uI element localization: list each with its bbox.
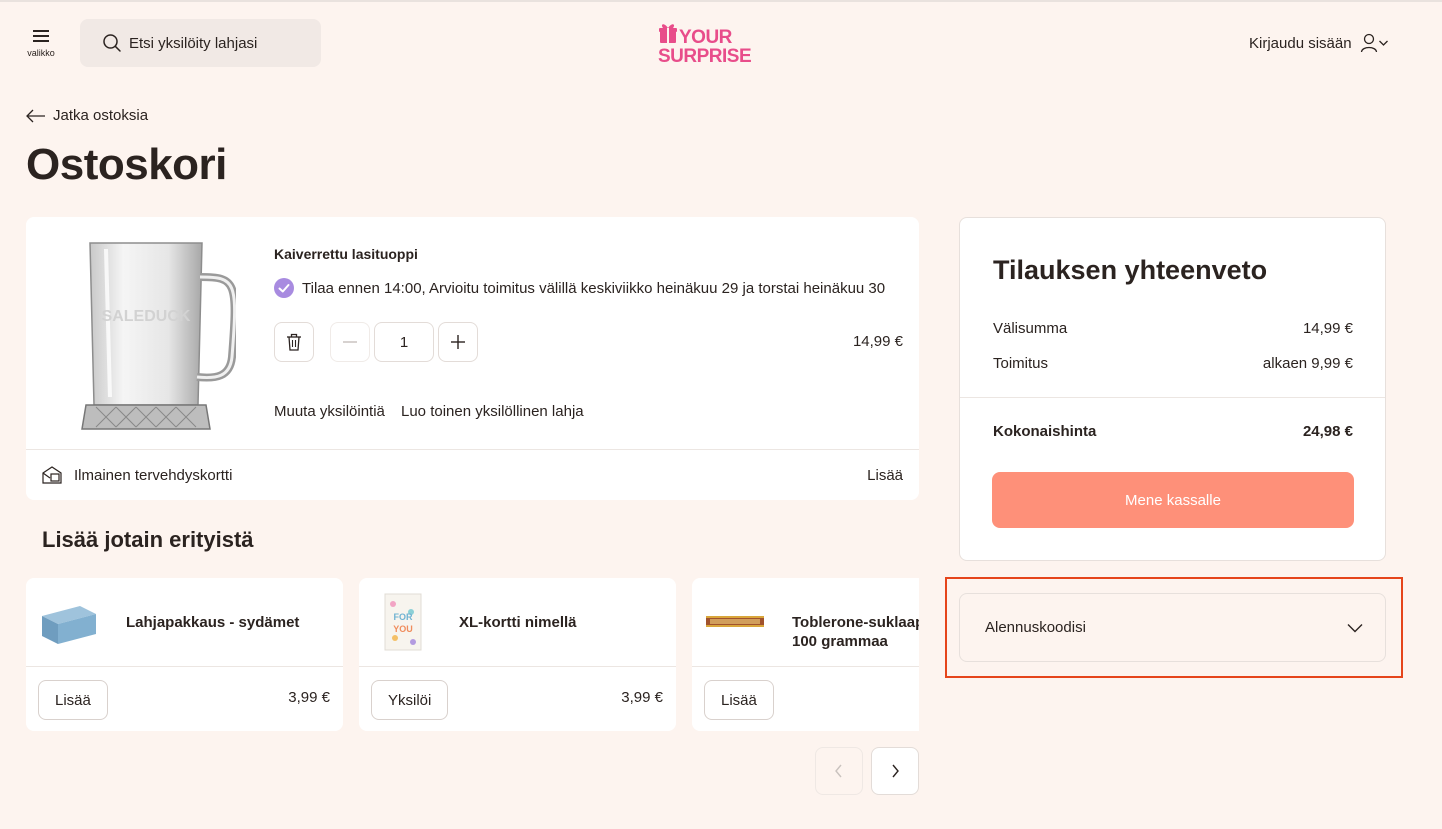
gift-icon bbox=[659, 24, 677, 43]
chevron-left-icon bbox=[835, 764, 842, 778]
total-value: 24,98 € bbox=[1302, 423, 1353, 440]
greeting-card-label: Ilmainen tervehdyskortti bbox=[74, 467, 233, 484]
svg-text:YOU: YOU bbox=[393, 624, 413, 634]
discount-code-toggle[interactable]: Alennuskoodisi bbox=[959, 593, 1386, 662]
svg-text:FOR: FOR bbox=[394, 612, 413, 622]
upsell-carousel: Lahjapakkaus - sydämet Lisää 3,99 € FOR … bbox=[26, 578, 919, 731]
shipping-row: Toimitus alkaen 9,99 € bbox=[993, 355, 1353, 372]
divider bbox=[692, 666, 919, 667]
edit-personalization-link[interactable]: Muuta yksilöintiä bbox=[274, 403, 385, 420]
search-icon bbox=[103, 34, 121, 52]
add-button[interactable]: Lisää bbox=[704, 680, 774, 720]
menu-label: valikko bbox=[27, 48, 55, 58]
upsell-name-line1: Toblerone-suklaap bbox=[792, 614, 919, 631]
shipping-label: Toimitus bbox=[993, 355, 1049, 372]
upsell-card: Lahjapakkaus - sydämet Lisää 3,99 € bbox=[26, 578, 343, 731]
chevron-down-icon bbox=[1378, 40, 1388, 46]
divider bbox=[960, 397, 1385, 398]
login-button[interactable]: Kirjaudu sisään bbox=[1249, 33, 1390, 53]
carousel-next-button[interactable] bbox=[871, 747, 919, 795]
upsell-name[interactable]: XL-kortti nimellä bbox=[459, 613, 577, 632]
upsell-price: 3,99 € bbox=[621, 689, 663, 706]
cart-item-card: SALEDUCK Kaiverrettu lasituoppi Tilaa en… bbox=[26, 217, 919, 500]
delivery-info: Tilaa ennen 14:00, Arvioitu toimitus väl… bbox=[274, 278, 885, 298]
arrow-left-icon bbox=[26, 109, 45, 122]
subtotal-label: Välisumma bbox=[993, 320, 1068, 337]
delivery-text: Tilaa ennen 14:00, Arvioitu toimitus väl… bbox=[302, 279, 886, 297]
gift-box-image[interactable] bbox=[38, 592, 100, 654]
upsell-name[interactable]: Toblerone-suklaap 100 grammaa bbox=[792, 613, 919, 651]
continue-shopping-link[interactable]: Jatka ostoksia bbox=[26, 107, 148, 124]
upsell-card: FOR YOU XL-kortti nimellä Yksilöi 3,99 € bbox=[359, 578, 676, 731]
checkout-button[interactable]: Mene kassalle bbox=[992, 472, 1354, 528]
create-another-gift-link[interactable]: Luo toinen yksilöllinen lahja bbox=[401, 403, 584, 420]
upsell-name-line2: 100 grammaa bbox=[792, 633, 888, 650]
upsell-card: Toblerone-suklaap 100 grammaa Lisää bbox=[692, 578, 919, 731]
greeting-card-icon bbox=[42, 466, 62, 484]
logo-line1: YOUR bbox=[679, 27, 733, 48]
order-summary: Tilauksen yhteenveto Välisumma 14,99 € T… bbox=[959, 217, 1386, 561]
product-name[interactable]: Kaiverrettu lasituoppi bbox=[274, 246, 418, 262]
upsell-name[interactable]: Lahjapakkaus - sydämet bbox=[126, 613, 299, 632]
search-placeholder: Etsi yksilöity lahjasi bbox=[129, 34, 258, 52]
add-button[interactable]: Lisää bbox=[38, 680, 108, 720]
search-input[interactable]: Etsi yksilöity lahjasi bbox=[80, 19, 321, 67]
login-label: Kirjaudu sisään bbox=[1249, 34, 1352, 52]
divider bbox=[26, 666, 343, 667]
total-label: Kokonaishinta bbox=[993, 423, 1097, 440]
subtotal-value: 14,99 € bbox=[1302, 320, 1353, 337]
upsell-title: Lisää jotain erityistä bbox=[42, 527, 254, 552]
page-title: Ostoskori bbox=[26, 140, 227, 189]
trash-icon bbox=[287, 333, 301, 351]
engraving-text: SALEDUCK bbox=[102, 308, 191, 325]
logo-line2: SURPRISE bbox=[658, 46, 751, 64]
beer-mug-image[interactable]: SALEDUCK bbox=[76, 237, 236, 437]
carousel-prev-button[interactable] bbox=[815, 747, 863, 795]
add-greeting-card-link[interactable]: Lisää bbox=[826, 467, 903, 484]
increase-quantity-button[interactable] bbox=[438, 322, 478, 362]
chevron-right-icon bbox=[892, 764, 899, 778]
xl-card-image[interactable]: FOR YOU bbox=[371, 592, 433, 654]
decrease-quantity-button[interactable] bbox=[330, 322, 370, 362]
toblerone-image[interactable] bbox=[704, 592, 766, 654]
subtotal-row: Välisumma 14,99 € bbox=[993, 320, 1353, 337]
plus-icon bbox=[451, 335, 465, 349]
remove-item-button[interactable] bbox=[274, 322, 314, 362]
chevron-down-icon bbox=[1347, 623, 1363, 632]
divider bbox=[26, 449, 919, 450]
hamburger-icon bbox=[33, 30, 49, 42]
continue-shopping-label: Jatka ostoksia bbox=[53, 107, 149, 124]
summary-title: Tilauksen yhteenveto bbox=[993, 255, 1268, 285]
user-icon bbox=[1360, 33, 1388, 53]
your-surprise-logo[interactable]: YOUR SURPRISE bbox=[657, 22, 757, 64]
check-circle-icon bbox=[274, 278, 294, 298]
item-price: 14,99 € bbox=[852, 333, 903, 350]
personalize-button[interactable]: Yksilöi bbox=[371, 680, 449, 720]
shipping-value: alkaen 9,99 € bbox=[1262, 355, 1353, 372]
minus-icon bbox=[343, 341, 357, 343]
discount-label: Alennuskoodisi bbox=[985, 619, 1086, 636]
total-row: Kokonaishinta 24,98 € bbox=[993, 423, 1353, 440]
divider bbox=[359, 666, 676, 667]
menu-button[interactable]: valikko bbox=[24, 28, 58, 62]
quantity-input[interactable]: 1 bbox=[374, 322, 434, 362]
top-border bbox=[0, 0, 1442, 2]
upsell-price: 3,99 € bbox=[288, 689, 330, 706]
